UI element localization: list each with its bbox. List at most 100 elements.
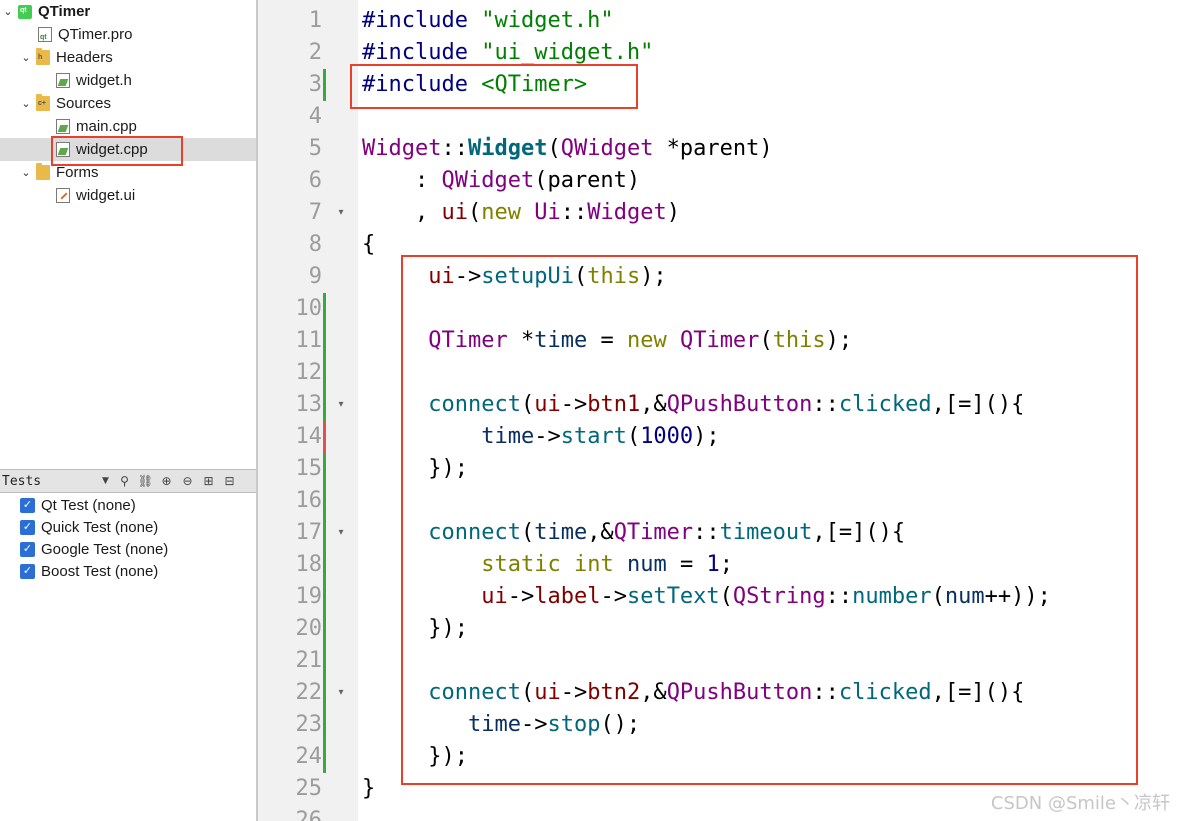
line-number: 18 (295, 552, 323, 577)
test-item-qt-test[interactable]: ✓ Qt Test (none) (20, 494, 136, 516)
split-icon[interactable]: ⊞ (200, 473, 217, 489)
code-token: ( (467, 200, 482, 225)
tree-folder-headers[interactable]: ⌄ h Headers (20, 46, 256, 69)
tree-item-label: Sources (56, 95, 112, 112)
qt-project-icon: qt (18, 4, 32, 19)
close-panel-icon[interactable]: ⊟ (221, 473, 238, 489)
line-number: 23 (295, 712, 323, 737)
code-line[interactable]: #include "widget.h" (362, 5, 614, 37)
tests-panel-header: Tests ▼ ⚲ ⛓ ⊕ ⊖ ⊞ ⊟ (0, 469, 256, 493)
code-line[interactable]: , ui(new Ui::Widget) (362, 197, 680, 229)
line-number: 2 (308, 40, 322, 65)
filter-icon[interactable]: ⚲ (116, 473, 133, 489)
checkbox-checked-icon[interactable]: ✓ (20, 563, 35, 579)
collapse-all-icon[interactable]: ⊖ (179, 473, 196, 489)
change-marker (323, 549, 326, 581)
code-line[interactable]: Widget::Widget(QWidget *parent) (362, 133, 773, 165)
folder-icon: h (36, 48, 50, 65)
line-number: 16 (295, 488, 323, 513)
test-item-label: Boost Test (none) (41, 562, 159, 580)
chevron-down-icon[interactable]: ⌄ (2, 5, 14, 18)
code-token: QWidget (441, 168, 535, 193)
code-token: "widget.h" (481, 8, 614, 33)
line-number: 14 (295, 424, 323, 449)
checkbox-checked-icon[interactable]: ✓ (20, 497, 35, 513)
change-marker (323, 485, 326, 517)
test-item-label: Quick Test (none) (41, 518, 159, 536)
test-item-label: Qt Test (none) (41, 496, 136, 514)
form-file-icon (56, 188, 70, 203)
line-number: 22 (295, 680, 323, 705)
tree-root-qtimer[interactable]: ⌄ qt QTimer (2, 0, 256, 23)
code-token: Widget (362, 136, 442, 161)
line-number: 13 (295, 392, 323, 417)
header-file-icon (56, 73, 70, 88)
folder-icon (36, 163, 50, 180)
code-line[interactable]: : QWidget(parent) (362, 165, 640, 197)
code-token: #include (362, 40, 482, 65)
test-item-quick-test[interactable]: ✓ Quick Test (none) (20, 516, 158, 538)
tree-item-label: widget.h (76, 72, 132, 89)
code-line[interactable]: { (362, 229, 375, 261)
chevron-down-icon[interactable]: ⌄ (20, 97, 32, 110)
chevron-down-icon[interactable]: ▼ (102, 476, 112, 486)
code-token: new (481, 200, 521, 225)
change-marker (323, 357, 326, 389)
checkbox-checked-icon[interactable]: ✓ (20, 519, 35, 535)
change-marker (323, 453, 326, 485)
tree-item-label: Forms (56, 164, 99, 181)
change-marker (323, 389, 326, 421)
watermark: CSDN @Smile丶凉轩 (990, 793, 1170, 814)
code-token: : (362, 168, 442, 193)
tree-item-widget-ui[interactable]: widget.ui (56, 184, 256, 207)
fold-arrow-icon[interactable]: ▾ (335, 197, 347, 229)
checkbox-checked-icon[interactable]: ✓ (20, 541, 35, 557)
code-token: ) (666, 200, 680, 225)
line-number: 21 (295, 648, 323, 673)
annotation-box-constructor-body (401, 255, 1138, 785)
tree-item-label: main.cpp (76, 118, 137, 135)
fold-arrow-icon[interactable]: ▾ (335, 677, 347, 709)
cpp-file-icon (56, 119, 70, 134)
change-marker (323, 421, 326, 453)
line-number: 17 (295, 520, 323, 545)
change-marker (323, 709, 326, 741)
line-number: 20 (295, 616, 323, 641)
line-number: 15 (295, 456, 323, 481)
line-number: 8 (308, 232, 322, 257)
link-icon[interactable]: ⛓ (137, 473, 154, 489)
code-token: Widget (587, 200, 667, 225)
change-marker (323, 293, 326, 325)
tree-item-main-cpp[interactable]: main.cpp (56, 115, 256, 138)
chevron-down-icon[interactable]: ⌄ (20, 166, 32, 179)
tree-item-widget-h[interactable]: widget.h (56, 69, 256, 92)
code-token: } (362, 776, 376, 801)
line-number: 7 (308, 200, 322, 225)
code-token: { (362, 232, 376, 257)
fold-arrow-icon[interactable]: ▾ (335, 517, 347, 549)
annotation-box-widget-cpp (51, 136, 183, 166)
tree-folder-sources[interactable]: ⌄ c+ Sources (20, 92, 256, 115)
chevron-down-icon[interactable]: ⌄ (20, 51, 32, 64)
test-item-google-test[interactable]: ✓ Google Test (none) (20, 538, 168, 560)
line-number: 12 (295, 360, 323, 385)
code-token: #include (362, 8, 482, 33)
tests-panel-title[interactable]: Tests (2, 474, 102, 489)
tree-item-qtimer-pro[interactable]: qt QTimer.pro (38, 23, 256, 46)
test-item-boost-test[interactable]: ✓ Boost Test (none) (20, 560, 158, 582)
code-token: , (362, 200, 442, 225)
fold-arrow-icon[interactable]: ▾ (335, 389, 347, 421)
code-token: *parent) (653, 136, 773, 161)
line-number: 4 (308, 104, 322, 129)
code-token: :: (560, 200, 588, 225)
tests-list: ✓ Qt Test (none) ✓ Quick Test (none) ✓ G… (0, 493, 256, 821)
line-number: 26 (295, 808, 323, 821)
change-marker (323, 69, 326, 101)
code-line[interactable]: } (362, 773, 375, 805)
folder-icon: c+ (36, 94, 50, 111)
expand-all-icon[interactable]: ⊕ (158, 473, 175, 489)
tree-item-label: Headers (56, 49, 113, 66)
tree-item-label: QTimer (38, 3, 91, 20)
line-number: 24 (295, 744, 323, 769)
